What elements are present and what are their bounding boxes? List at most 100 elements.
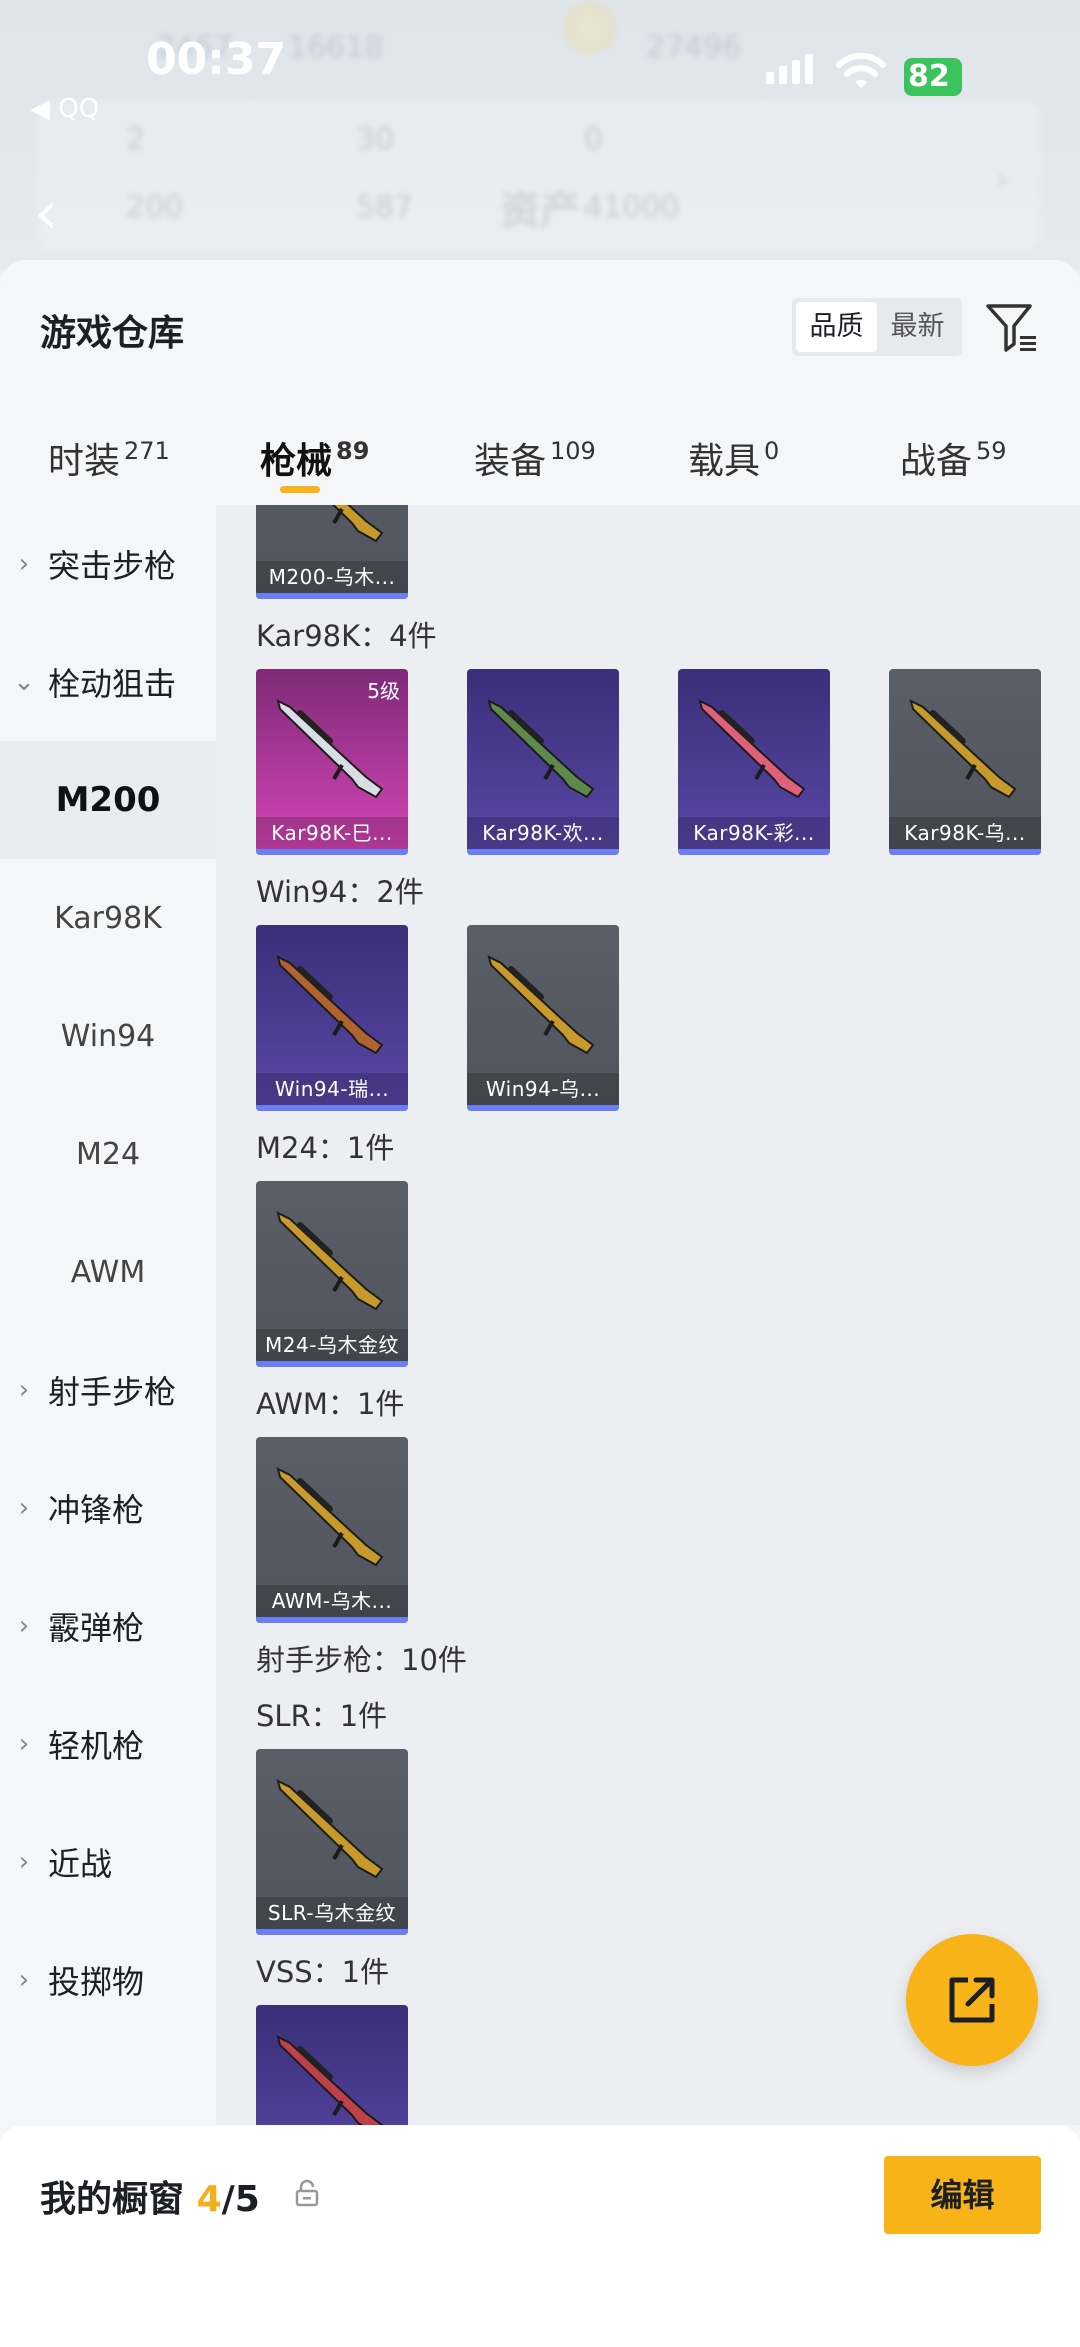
sidebar-item[interactable]: › 冲锋枪 [0, 1449, 216, 1567]
sidebar-item[interactable]: M200 [0, 741, 216, 859]
weapon-skin-card[interactable]: SLR-乌木金纹 [256, 1749, 408, 1935]
bg-stat: 0 [584, 122, 604, 157]
rarity-bar [256, 849, 408, 855]
weapon-skin-card[interactable]: Win94-乌... [467, 925, 619, 1111]
rarity-bar [889, 849, 1041, 855]
rarity-bar [256, 1929, 408, 1935]
rifle-icon [276, 1779, 384, 1879]
showcase-total: /5 [221, 2179, 260, 2220]
bg-top-value-3: 27496 [646, 30, 742, 65]
chevron-right-icon: › [18, 1611, 30, 1641]
filter-icon[interactable] [984, 300, 1040, 356]
sidebar-item-label: 轻机枪 [48, 1727, 145, 1765]
tab-vehicles[interactable]: 载具 0 [688, 432, 779, 484]
sidebar-item[interactable]: › 突击步枪 [0, 505, 216, 623]
sidebar-item[interactable]: Kar98K [0, 859, 216, 977]
sidebar-item[interactable]: AWM [0, 1213, 216, 1331]
battery-indicator: 82 [904, 58, 962, 96]
sidebar-item-label: 投掷物 [48, 1963, 145, 2001]
status-time: 00:37 [146, 34, 287, 85]
weapon-skin-name: Kar98K-乌... [889, 817, 1041, 849]
showcase-label: 我的橱窗 4/5 [40, 2170, 260, 2222]
weapon-skin-card[interactable]: Kar98K-乌... [889, 669, 1041, 855]
rarity-bar [256, 1617, 408, 1623]
sidebar-item[interactable]: › 近战 [0, 1803, 216, 1921]
weapon-skin-card[interactable]: M200-乌木... [256, 505, 408, 599]
sidebar-item[interactable]: › 投掷物 [0, 1921, 216, 2039]
sort-quality-button[interactable]: 品质 [796, 302, 877, 352]
edit-button[interactable]: 编辑 [884, 2156, 1041, 2234]
sidebar-item-label: Kar98K [54, 900, 162, 936]
tab-fashion[interactable]: 时装 271 [48, 432, 170, 484]
rifle-icon [276, 699, 384, 799]
tab-guns[interactable]: 枪械 89 [260, 432, 369, 484]
rifle-icon [276, 1211, 384, 1311]
chevron-right-icon: › [18, 549, 30, 579]
page-title: 游戏仓库 [40, 313, 185, 354]
tab-count: 59 [976, 437, 1007, 465]
sidebar-item-label: 射手步枪 [48, 1373, 177, 1411]
lock-icon [295, 2179, 319, 2207]
weapon-skin-card[interactable] [256, 2005, 408, 2125]
share-button[interactable] [906, 1934, 1038, 2066]
skin-level-badge: 5级 [367, 679, 400, 703]
showcase-bar: 我的橱窗 4/5 编辑 [0, 2126, 1080, 2347]
rifle-icon [487, 955, 595, 1055]
rifle-icon [276, 955, 384, 1055]
rarity-bar [256, 1105, 408, 1111]
tab-count: 271 [124, 437, 170, 465]
sort-newest-button[interactable]: 最新 [877, 302, 958, 352]
chevron-right-icon: › [18, 1847, 30, 1877]
sidebar-item[interactable]: › 轻机枪 [0, 1685, 216, 1803]
weapon-group-label: SLR：1件 [256, 1699, 388, 1733]
bg-stat: 587 [356, 190, 414, 225]
chevron-down-icon: ⌄ [13, 667, 35, 697]
tab-count: 0 [764, 437, 780, 465]
weapon-skin-card[interactable]: Kar98K-欢... [467, 669, 619, 855]
weapon-skin-card[interactable]: 5级 Kar98K-巳... [256, 669, 408, 855]
category-tabs: 时装 271 枪械 89 装备 109 载具 0 战备 59 [0, 408, 1080, 508]
return-to-app-link[interactable]: ◀ QQ [30, 94, 99, 124]
sidebar-item-label: 近战 [48, 1845, 113, 1883]
sidebar-item[interactable]: Win94 [0, 977, 216, 1095]
bg-stat: 30 [356, 122, 395, 157]
rarity-bar [256, 593, 408, 599]
sidebar-item[interactable]: ⌄ 栓动狙击 [0, 623, 216, 741]
rifle-icon [332, 505, 384, 543]
sidebar-item[interactable]: › 霰弹枪 [0, 1567, 216, 1685]
weapon-skin-card[interactable]: AWM-乌木... [256, 1437, 408, 1623]
tab-count: 89 [336, 437, 370, 465]
back-arrow-icon[interactable]: ‹ [34, 178, 58, 248]
bg-stat: 200 [126, 190, 184, 225]
tab-equipment[interactable]: 装备 109 [474, 432, 596, 484]
weapon-skin-card[interactable]: M24-乌木金纹 [256, 1181, 408, 1367]
weapon-skin-card[interactable]: Win94-瑞... [256, 925, 408, 1111]
weapon-skin-name: M200-乌木... [256, 561, 408, 593]
chevron-right-icon: › [18, 1375, 30, 1405]
rifle-icon [487, 699, 595, 799]
weapon-skin-card[interactable]: Kar98K-彩... [678, 669, 830, 855]
weapon-group-label: AWM：1件 [256, 1387, 405, 1421]
weapon-skin-name: Win94-乌... [467, 1073, 619, 1105]
share-icon [949, 1977, 995, 2023]
weapon-grid: M200-乌木... Kar98K：4件 5级 Kar98K-巳... Kar98K-欢… [216, 505, 1080, 2125]
weapon-skin-name: Win94-瑞... [256, 1073, 408, 1105]
bg-assets-label: 资产 [500, 188, 580, 234]
showcase-title: 我的橱窗 [40, 2179, 185, 2220]
tab-label: 枪械 [260, 441, 333, 482]
tab-supplies[interactable]: 战备 59 [900, 432, 1007, 484]
tab-label: 载具 [688, 441, 761, 482]
bg-top-value-2: 16618 [288, 30, 384, 65]
sidebar-item[interactable]: › 射手步枪 [0, 1331, 216, 1449]
rifle-icon [909, 699, 1017, 799]
sidebar-item[interactable]: M24 [0, 1095, 216, 1213]
weapon-section-label: 射手步枪：10件 [256, 1643, 467, 1677]
active-tab-indicator [280, 486, 320, 493]
sidebar-item-label: M24 [75, 1136, 141, 1172]
rifle-icon [698, 699, 806, 799]
sort-toggle: 品质 最新 [792, 298, 962, 356]
weapon-skin-name: M24-乌木金纹 [256, 1329, 408, 1361]
weapon-group-label: VSS：1件 [256, 1955, 390, 1989]
weapon-group-label: M24：1件 [256, 1131, 395, 1165]
weapon-group-label: Kar98K：4件 [256, 619, 437, 653]
